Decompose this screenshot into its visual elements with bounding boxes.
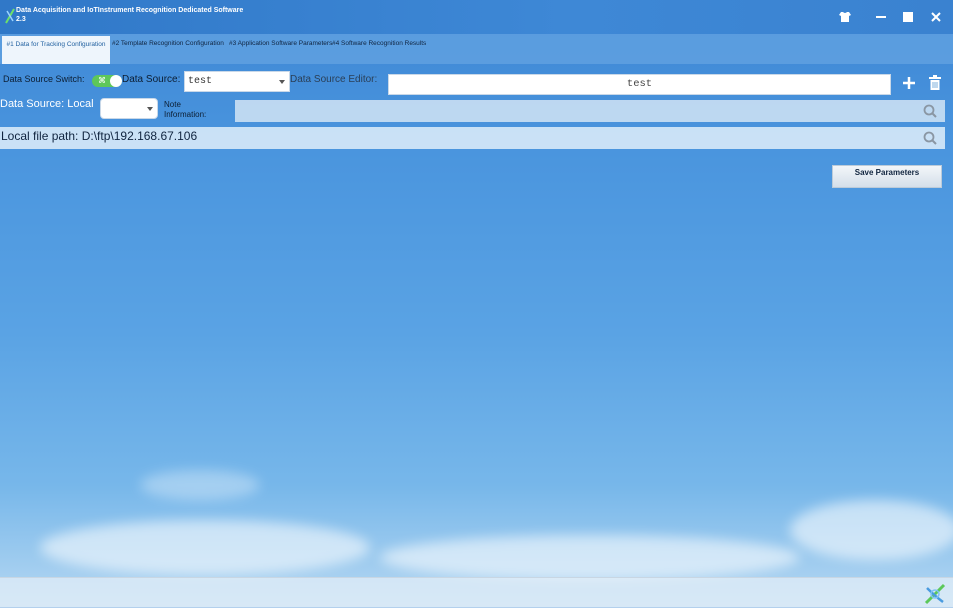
minimize-icon[interactable] <box>872 8 890 26</box>
window-title-main: Data Acquisition and IoTInstrument Recog… <box>16 7 244 14</box>
toggle-on-icon: ⌘ <box>98 76 106 85</box>
trash-icon[interactable] <box>928 75 942 94</box>
tab-label: #1 Data for Tracking Configuration <box>6 41 106 48</box>
tab-bar: #1 Data for Tracking Configuration #2 Te… <box>0 34 953 64</box>
background-cloud <box>40 520 370 575</box>
data-source-editor-input[interactable]: test <box>388 74 891 95</box>
maximize-icon[interactable] <box>899 8 917 26</box>
tab-label: #2 Template Recognition Configuration <box>112 40 224 47</box>
tab-label: #3 Application Software Parameters <box>229 40 333 47</box>
chevron-down-icon <box>147 107 153 111</box>
add-icon[interactable] <box>901 75 917 94</box>
local-file-path-label: Local file path: D:\ftp\192.168.67.106 <box>1 129 198 143</box>
title-bar[interactable]: Data Acquisition and IoTInstrument Recog… <box>0 0 953 34</box>
data-source-switch-toggle[interactable]: ⌘ <box>92 75 122 87</box>
tab-data-tracking-config[interactable]: #1 Data for Tracking Configuration <box>2 36 110 64</box>
background-cloud <box>380 535 800 580</box>
app-logo-icon <box>5 8 15 24</box>
tab-template-recognition-config[interactable]: #2 Template Recognition Configuration <box>112 39 224 49</box>
data-source-editor-label: Data Source Editor: <box>290 74 378 85</box>
data-source-select[interactable]: test <box>184 71 290 92</box>
close-icon[interactable] <box>927 8 945 26</box>
note-label-line2: Information: <box>164 110 207 119</box>
data-source-local-select[interactable] <box>100 98 158 119</box>
tab-software-recognition-results[interactable]: #4 Software Recognition Results <box>332 39 426 49</box>
window-title-version: 2.3 <box>16 16 26 23</box>
tab-application-software-params[interactable]: #3 Application Software Parameters <box>229 39 332 49</box>
data-source-label: Data Source: <box>122 74 181 85</box>
skin-icon[interactable] <box>836 8 854 26</box>
background-cloud <box>140 470 260 500</box>
search-icon[interactable] <box>923 131 937 145</box>
note-label-line1: Note <box>164 100 181 109</box>
data-source-switch-label: Data Source Switch: <box>3 74 85 84</box>
data-source-select-value: test <box>188 76 213 87</box>
app-logo-icon <box>924 583 946 605</box>
toggle-knob <box>110 75 122 87</box>
local-file-path-bar[interactable]: Local file path: D:\ftp\192.168.67.106 <box>0 127 945 149</box>
chevron-down-icon <box>279 80 285 84</box>
save-parameters-button[interactable]: Save Parameters <box>832 165 942 188</box>
window-title: Data Acquisition and IoTInstrument Recog… <box>16 6 243 24</box>
note-information-input[interactable] <box>235 100 945 122</box>
data-source-local-label: Data Source: Local <box>0 98 94 110</box>
status-bar <box>0 577 953 608</box>
tab-label: #4 Software Recognition Results <box>332 40 427 47</box>
note-information-label: Note Information: <box>164 100 206 120</box>
search-icon[interactable] <box>923 104 937 118</box>
background-cloud <box>790 500 953 560</box>
